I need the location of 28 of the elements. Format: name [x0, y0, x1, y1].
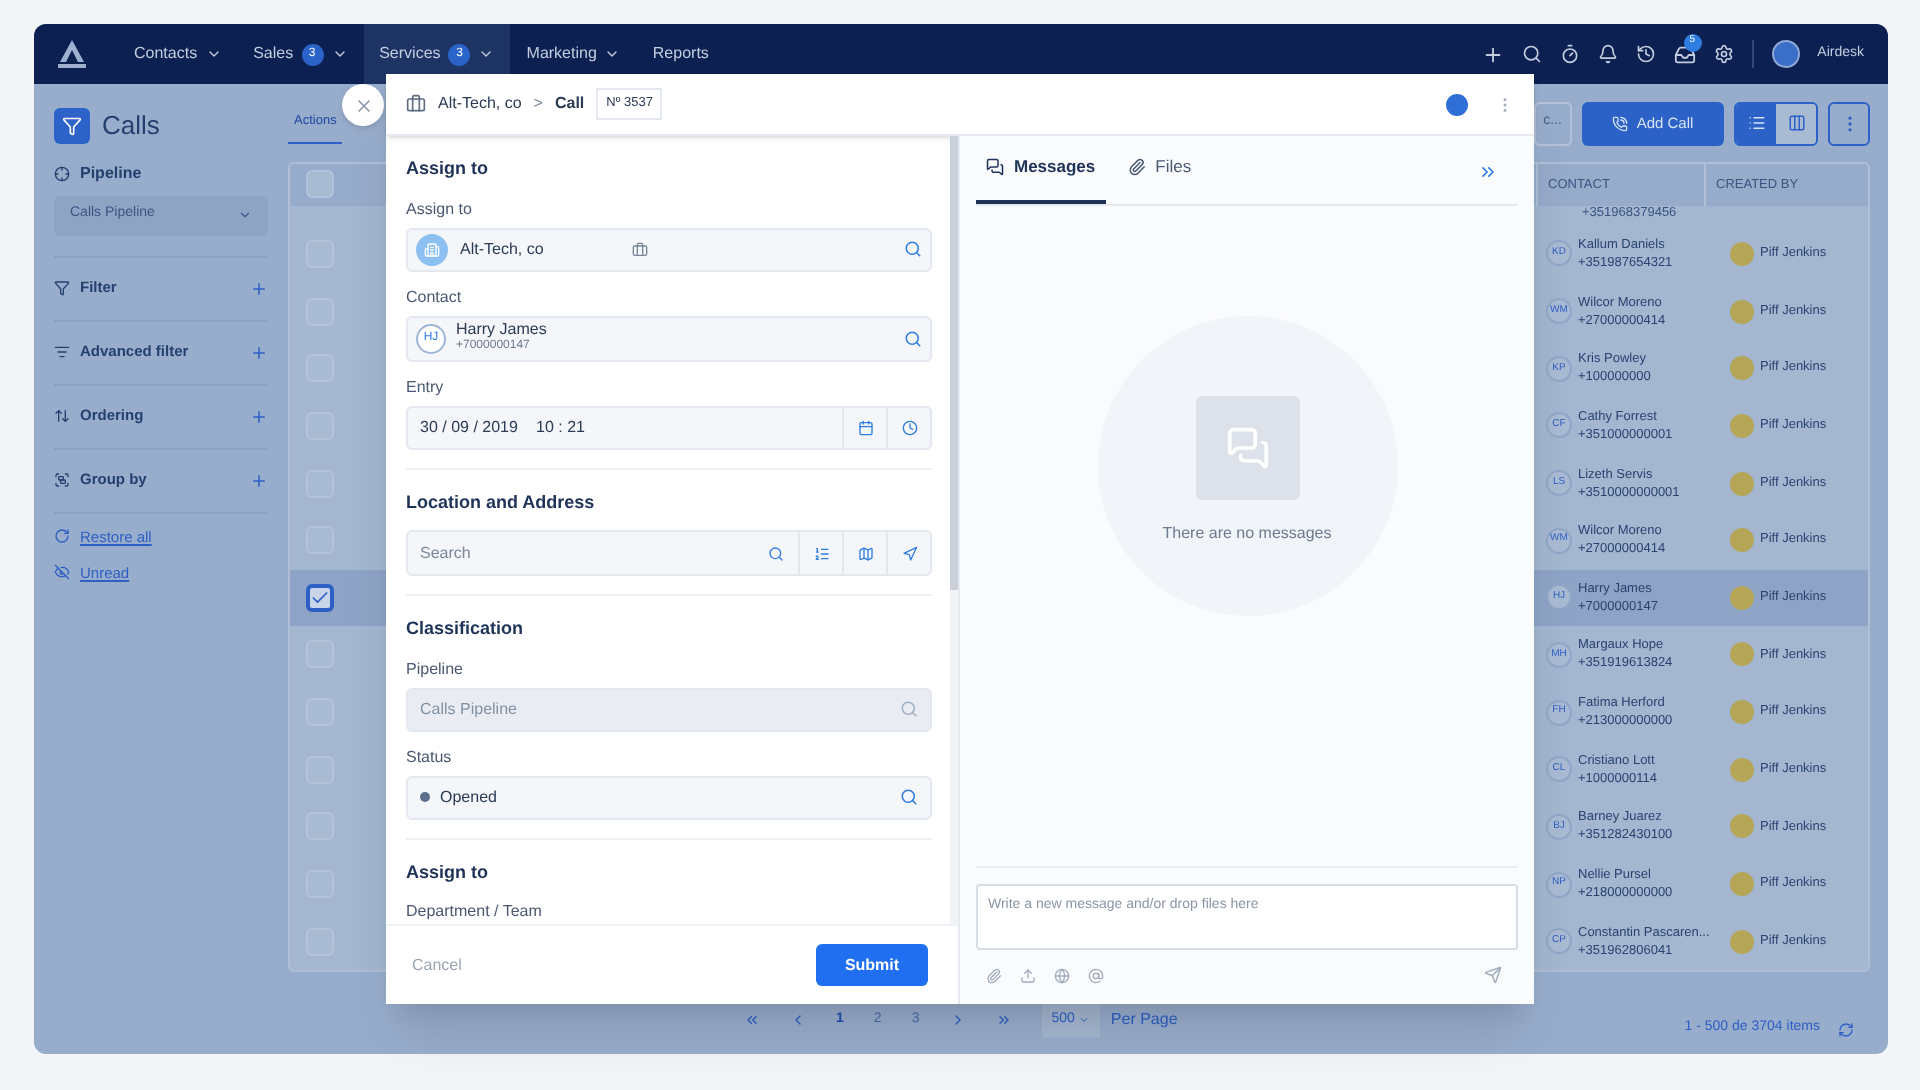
company-name: Alt-Tech, co — [460, 237, 546, 261]
page-title: Calls — [102, 108, 160, 144]
section-title: Classification — [406, 616, 526, 642]
section-title: Assign to — [406, 156, 491, 182]
breadcrumb-separator: > — [533, 92, 543, 116]
status-value: Opened — [440, 785, 497, 809]
section-title: Location and Address — [406, 489, 597, 515]
empty-message: There are no messages — [1162, 522, 1332, 546]
contact-name: Harry James — [456, 320, 547, 338]
search-placeholder: Search — [418, 541, 471, 565]
nav-label: Marketing — [526, 42, 597, 66]
field-label: Contact — [406, 285, 464, 309]
field-label: Status — [406, 745, 454, 769]
section-title: Assign to — [406, 859, 491, 886]
field-label: Entry — [406, 375, 446, 399]
field-label: Pipeline — [406, 657, 465, 681]
field-value: Calls Pipeline — [420, 697, 517, 721]
nav-label: Reports — [652, 42, 709, 66]
section-label: Pipeline — [80, 161, 142, 185]
nav-label: Services — [379, 42, 441, 66]
field-label: Department / Team — [406, 900, 544, 924]
date-value: 30 / 09 / 2019 — [418, 415, 520, 439]
breadcrumb-current: Call — [554, 92, 585, 116]
nav-label: Sales — [253, 42, 294, 66]
per-page-label: Per Page — [1110, 1008, 1178, 1032]
nav-label: Contacts — [134, 42, 198, 66]
field-label: Assign to — [406, 197, 474, 221]
time-value: 10 : 21 — [534, 415, 585, 439]
